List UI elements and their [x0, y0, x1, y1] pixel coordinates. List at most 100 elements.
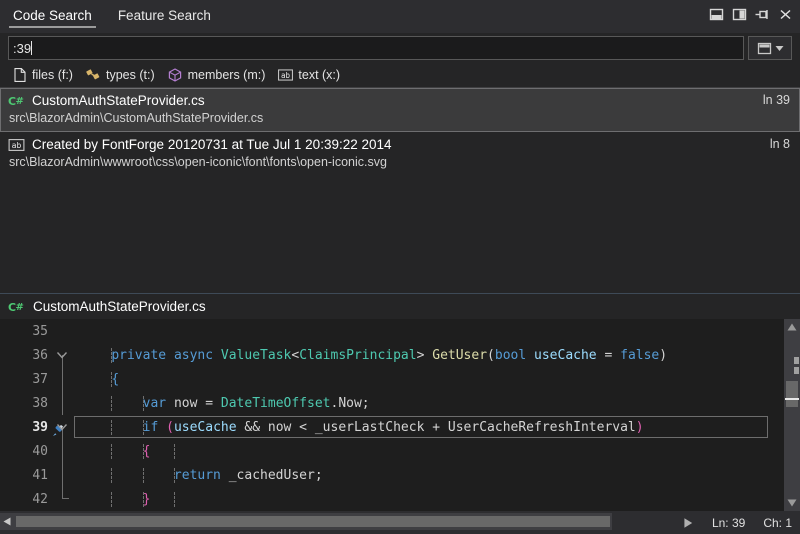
line-number: 42	[0, 492, 52, 507]
line-number: 35	[0, 324, 52, 339]
code-preview: 35 36 private async ValueTask<ClaimsPrinc…	[0, 319, 800, 511]
csharp-icon: C #	[8, 94, 25, 109]
line-number: 39	[0, 420, 52, 435]
line-number: 38	[0, 396, 52, 411]
outlining-margin[interactable]	[52, 367, 74, 391]
outlining-margin[interactable]	[52, 415, 74, 439]
result-path: src\BlazorAdmin\wwwroot\css\open-iconic\…	[8, 154, 792, 171]
code-token: &&	[244, 420, 260, 435]
code-token: >	[417, 348, 433, 363]
code-editor[interactable]: 35 36 private async ValueTask<ClaimsPrinc…	[0, 319, 784, 511]
filter-chips: files (f:) types (t:) members (m:)	[0, 63, 800, 87]
split-vertical-icon[interactable]	[731, 7, 748, 22]
code-token	[158, 420, 166, 435]
code-token	[166, 396, 174, 411]
code-line[interactable]: 42 }	[0, 487, 784, 511]
filter-files-label: files (f:)	[32, 68, 73, 82]
filter-text[interactable]: ab text (x:)	[278, 68, 340, 83]
code-token	[213, 348, 221, 363]
scrollbar-thumb[interactable]	[786, 381, 798, 407]
code-token: {	[143, 444, 151, 459]
code-token	[80, 372, 111, 387]
svg-text:ab: ab	[12, 141, 22, 150]
filter-members[interactable]: members (m:)	[168, 68, 266, 83]
indent-guide	[174, 444, 175, 459]
code-token: ;	[315, 468, 323, 483]
code-token	[166, 348, 174, 363]
hscrollbar-thumb[interactable]	[16, 516, 610, 527]
code-token: =	[597, 348, 620, 363]
code-text: private async ValueTask<ClaimsPrincipal>…	[74, 348, 784, 363]
status-line: Ln: 39	[712, 516, 745, 530]
code-line[interactable]: 40 {	[0, 439, 784, 463]
result-title-row: ab Created by FontForge 20120731 at Tue …	[8, 136, 792, 154]
filter-icon	[757, 42, 772, 55]
text-icon: ab	[278, 68, 293, 83]
code-token: GetUser	[432, 348, 487, 363]
file-icon	[12, 68, 27, 83]
result-title-row: C # CustomAuthStateProvider.cs	[8, 92, 792, 110]
code-line[interactable]: 37 {	[0, 367, 784, 391]
horizontal-scrollbar[interactable]	[0, 513, 612, 530]
collapse-chevron-icon	[56, 422, 68, 432]
outlining-margin[interactable]	[52, 343, 74, 367]
svg-text:#: #	[16, 96, 24, 107]
code-line[interactable]: 36 private async ValueTask<ClaimsPrincip…	[0, 343, 784, 367]
split-horizontal-icon[interactable]	[708, 7, 725, 22]
close-icon[interactable]	[777, 7, 794, 22]
filter-types[interactable]: types (t:)	[86, 68, 155, 83]
search-input-value: :39	[13, 41, 31, 56]
code-token: now	[174, 396, 197, 411]
code-line[interactable]: 35	[0, 319, 784, 343]
outlining-margin[interactable]	[52, 391, 74, 415]
search-input[interactable]: :39	[8, 36, 744, 60]
code-line[interactable]: 41 return _cachedUser;	[0, 463, 784, 487]
result-item-0[interactable]: C # CustomAuthStateProvider.cs src\Blazo…	[0, 88, 800, 132]
code-token	[80, 468, 174, 483]
tab-code-search[interactable]: Code Search	[0, 0, 105, 30]
scroll-up-arrow	[787, 323, 797, 331]
chevron-down-icon	[775, 44, 784, 53]
tab-strip: Code Search Feature Search	[0, 0, 800, 33]
collapse-chevron-icon	[56, 350, 68, 360]
code-line[interactable]: 38 var now = DateTimeOffset.Now;	[0, 391, 784, 415]
code-token: bool	[495, 348, 526, 363]
status-column: Ch: 1	[763, 516, 792, 530]
pin-icon[interactable]	[754, 7, 771, 22]
outlining-margin[interactable]	[52, 463, 74, 487]
tab-feature-search[interactable]: Feature Search	[105, 0, 224, 30]
code-token: ;	[362, 396, 370, 411]
status-right: Ln: 39 Ch: 1	[682, 511, 792, 534]
scrollbar-marker	[794, 367, 799, 374]
scrollbar-marker	[794, 357, 799, 364]
code-token: <	[291, 348, 299, 363]
code-token	[221, 468, 229, 483]
filter-files[interactable]: files (f:)	[12, 68, 73, 83]
scrollbar-caret-marker	[785, 398, 799, 400]
outlining-margin[interactable]	[52, 319, 74, 343]
code-token: false	[620, 348, 659, 363]
code-token: var	[143, 396, 166, 411]
line-number: 40	[0, 444, 52, 459]
code-token: return	[174, 468, 221, 483]
results-list[interactable]: C # CustomAuthStateProvider.cs src\Blazo…	[0, 87, 800, 293]
status-bar: Ln: 39 Ch: 1	[0, 511, 800, 534]
code-text: {	[74, 444, 784, 459]
scroll-left-arrow[interactable]	[0, 513, 14, 530]
scroll-down-arrow	[787, 499, 797, 507]
outlining-margin[interactable]	[52, 487, 74, 511]
code-line[interactable]: 39 if (useCache && now < _userLastCheck …	[0, 415, 784, 439]
code-token: async	[174, 348, 213, 363]
code-text: {	[74, 372, 784, 387]
indent-guide	[143, 468, 144, 483]
code-token: _userLastCheck	[315, 420, 425, 435]
filter-types-label: types (t:)	[106, 68, 155, 82]
outlining-margin[interactable]	[52, 439, 74, 463]
code-token: useCache	[534, 348, 597, 363]
search-scope-button[interactable]	[748, 36, 792, 60]
vertical-scrollbar[interactable]	[784, 319, 800, 511]
code-token: }	[143, 492, 151, 507]
scroll-right-arrow[interactable]	[682, 517, 694, 529]
result-item-1[interactable]: ab Created by FontForge 20120731 at Tue …	[0, 132, 800, 176]
filter-members-label: members (m:)	[188, 68, 266, 82]
